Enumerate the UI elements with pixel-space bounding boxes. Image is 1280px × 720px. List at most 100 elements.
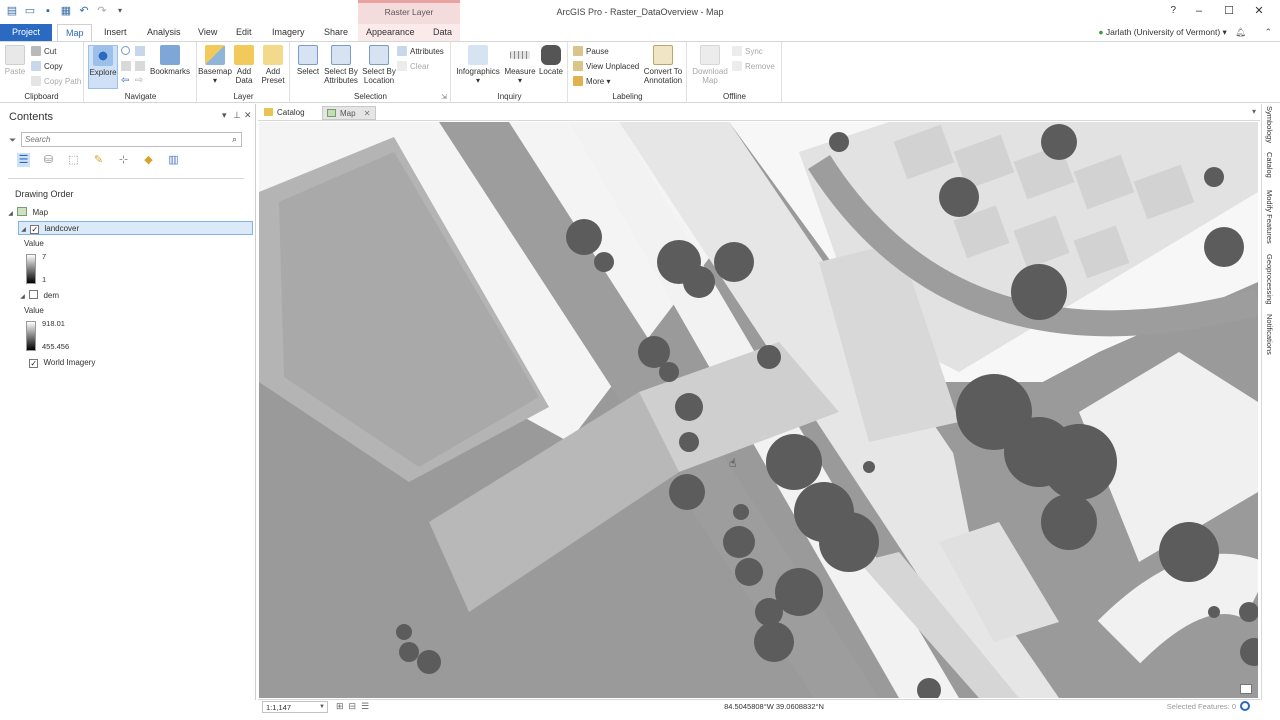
measure-button[interactable]: Measure ▾	[502, 45, 538, 85]
expand-triangle-icon[interactable]: ◢	[18, 290, 27, 304]
map-view[interactable]: ☝︎	[259, 122, 1258, 698]
dock-tab-modify-features[interactable]: Modify Features	[1265, 190, 1274, 244]
dock-tab-symbology[interactable]: Symbology	[1265, 106, 1274, 143]
paste-button[interactable]: Paste	[2, 45, 28, 76]
basemap-icon	[205, 45, 225, 65]
close-icon[interactable]: ✕	[244, 110, 252, 121]
zoom-layer-icon[interactable]	[121, 61, 131, 71]
ribbon-collapse-icon[interactable]: ⌃	[1264, 27, 1272, 38]
search-input[interactable]	[22, 133, 222, 146]
tab-project[interactable]: Project	[0, 24, 52, 41]
pane-options-icon[interactable]: ▾	[222, 110, 227, 121]
remove-offline-button[interactable]: Remove	[732, 60, 775, 74]
tab-data[interactable]: Data	[425, 24, 460, 41]
fixed-zoom-icon[interactable]	[135, 46, 145, 56]
locate-button[interactable]: Locate	[536, 45, 566, 76]
select-by-attributes-button[interactable]: Select By Attributes	[321, 45, 361, 85]
fixed-zoom-out-icon[interactable]	[135, 61, 145, 71]
tab-imagery[interactable]: Imagery	[264, 24, 313, 41]
pin-icon[interactable]: ⊥	[233, 110, 241, 121]
convert-to-annotation-button[interactable]: Convert To Annotation	[641, 45, 685, 85]
tree-item-world-imagery[interactable]: ✓ World Imagery	[18, 356, 95, 370]
list-by-snapping-icon[interactable]: ⊹	[117, 153, 130, 167]
help-button[interactable]: ?	[1170, 5, 1176, 16]
tab-edit[interactable]: Edit	[228, 24, 260, 41]
dock-tab-notifications[interactable]: Notifications	[1265, 314, 1274, 355]
select-label: Select	[296, 67, 320, 76]
copy-path-button[interactable]: Copy Path	[31, 75, 81, 89]
list-by-drawing-order-icon[interactable]: ☰	[17, 153, 30, 167]
select-by-location-button[interactable]: Select By Location	[359, 45, 399, 85]
world-imagery-visibility-checkbox[interactable]: ✓	[29, 359, 39, 368]
select-by-attributes-label-2: Attributes	[324, 76, 358, 85]
close-button[interactable]: ✕	[1244, 3, 1274, 19]
cut-button[interactable]: Cut	[31, 45, 56, 59]
remove-icon	[732, 61, 742, 71]
tab-share[interactable]: Share	[316, 24, 356, 41]
expand-triangle-icon[interactable]: ◢	[19, 223, 28, 237]
more-labeling-button[interactable]: More ▾	[573, 75, 610, 89]
tab-map-view[interactable]: Map ✕	[322, 106, 376, 120]
view-unplaced-button[interactable]: View Unplaced	[573, 60, 639, 74]
bookmarks-button[interactable]: Bookmarks	[149, 45, 191, 76]
download-label-1: Download	[692, 67, 728, 76]
filter-icon[interactable]: ⏷	[9, 135, 16, 146]
scissors-icon	[31, 46, 41, 56]
close-icon[interactable]: ✕	[364, 109, 371, 118]
previous-extent-icon[interactable]: ⇦	[121, 75, 129, 86]
list-by-selection-icon[interactable]: ⬚	[67, 153, 80, 167]
copy-button[interactable]: Copy	[31, 60, 63, 74]
dock-tab-geoprocessing[interactable]: Geoprocessing	[1265, 254, 1274, 304]
full-extent-icon[interactable]	[121, 46, 130, 55]
tab-map[interactable]: Map	[57, 24, 92, 42]
refresh-icon[interactable]	[1240, 701, 1250, 711]
expand-triangle-icon[interactable]: ◢	[6, 207, 15, 221]
sync-button[interactable]: Sync	[732, 45, 763, 59]
maximize-button[interactable]: ☐	[1214, 3, 1244, 19]
pause-labeling-button[interactable]: Pause	[573, 45, 609, 59]
tree-item-landcover[interactable]: ◢ ✓ landcover	[18, 221, 253, 235]
tree-item-dem[interactable]: ◢ dem	[18, 289, 59, 303]
landcover-visibility-checkbox[interactable]: ✓	[30, 225, 40, 234]
map-overview-icon[interactable]	[1240, 684, 1252, 694]
add-preset-button[interactable]: Add Preset	[258, 45, 288, 85]
dock-tab-catalog[interactable]: Catalog	[1265, 152, 1274, 178]
tab-catalog[interactable]: Catalog	[260, 106, 309, 120]
search-icon[interactable]: ⌕	[232, 134, 237, 145]
attributes-button[interactable]: Attributes	[397, 45, 444, 59]
offline-group-label: Offline	[723, 92, 746, 101]
select-button[interactable]: Select	[293, 45, 323, 76]
bell-icon[interactable]: 🔔︎	[1235, 27, 1246, 37]
minimize-button[interactable]: –	[1184, 3, 1214, 19]
next-extent-icon[interactable]: ⇨	[135, 75, 143, 86]
basemap-button[interactable]: Basemap ▾	[198, 45, 232, 85]
list-by-labeling-icon[interactable]: ◆	[142, 153, 155, 167]
right-dock-tabs: Symbology Catalog Modify Features Geopro…	[1261, 104, 1280, 700]
dem-visibility-checkbox[interactable]	[29, 290, 39, 299]
landcover-label: landcover	[44, 224, 80, 233]
download-map-button[interactable]: Download Map	[690, 45, 730, 85]
add-data-button[interactable]: Add Data	[230, 45, 258, 85]
tree-item-map[interactable]: ◢ Map	[6, 206, 48, 220]
tab-appearance[interactable]: Appearance	[358, 24, 423, 41]
infographics-button[interactable]: Infographics ▾	[454, 45, 502, 85]
sync-label: Sync	[745, 47, 763, 56]
clipboard-group: Paste Cut Copy Copy Path Clipboard	[0, 42, 84, 103]
locate-label: Locate	[538, 67, 564, 76]
user-name: Jarlath (University of Vermont)	[1105, 27, 1221, 37]
copy-label: Copy	[44, 62, 63, 71]
list-by-charts-icon[interactable]: ▥	[167, 153, 180, 167]
user-account[interactable]: ● Jarlath (University of Vermont) ▾ 🔔︎	[1098, 27, 1246, 38]
list-by-data-source-icon[interactable]: ⛁	[42, 153, 55, 167]
ruler-icon	[510, 51, 530, 59]
pane-divider	[8, 178, 244, 179]
view-tabs-menu-icon[interactable]: ▾	[1252, 107, 1256, 116]
list-by-editing-icon[interactable]: ✎	[92, 153, 105, 167]
explore-button[interactable]: Explore	[88, 45, 118, 89]
tab-insert[interactable]: Insert	[96, 24, 135, 41]
contents-search-box[interactable]: ⌕	[21, 132, 242, 147]
tab-view[interactable]: View	[190, 24, 225, 41]
clear-selection-button[interactable]: Clear	[397, 60, 429, 74]
paste-icon	[5, 45, 25, 65]
tab-analysis[interactable]: Analysis	[139, 24, 189, 41]
